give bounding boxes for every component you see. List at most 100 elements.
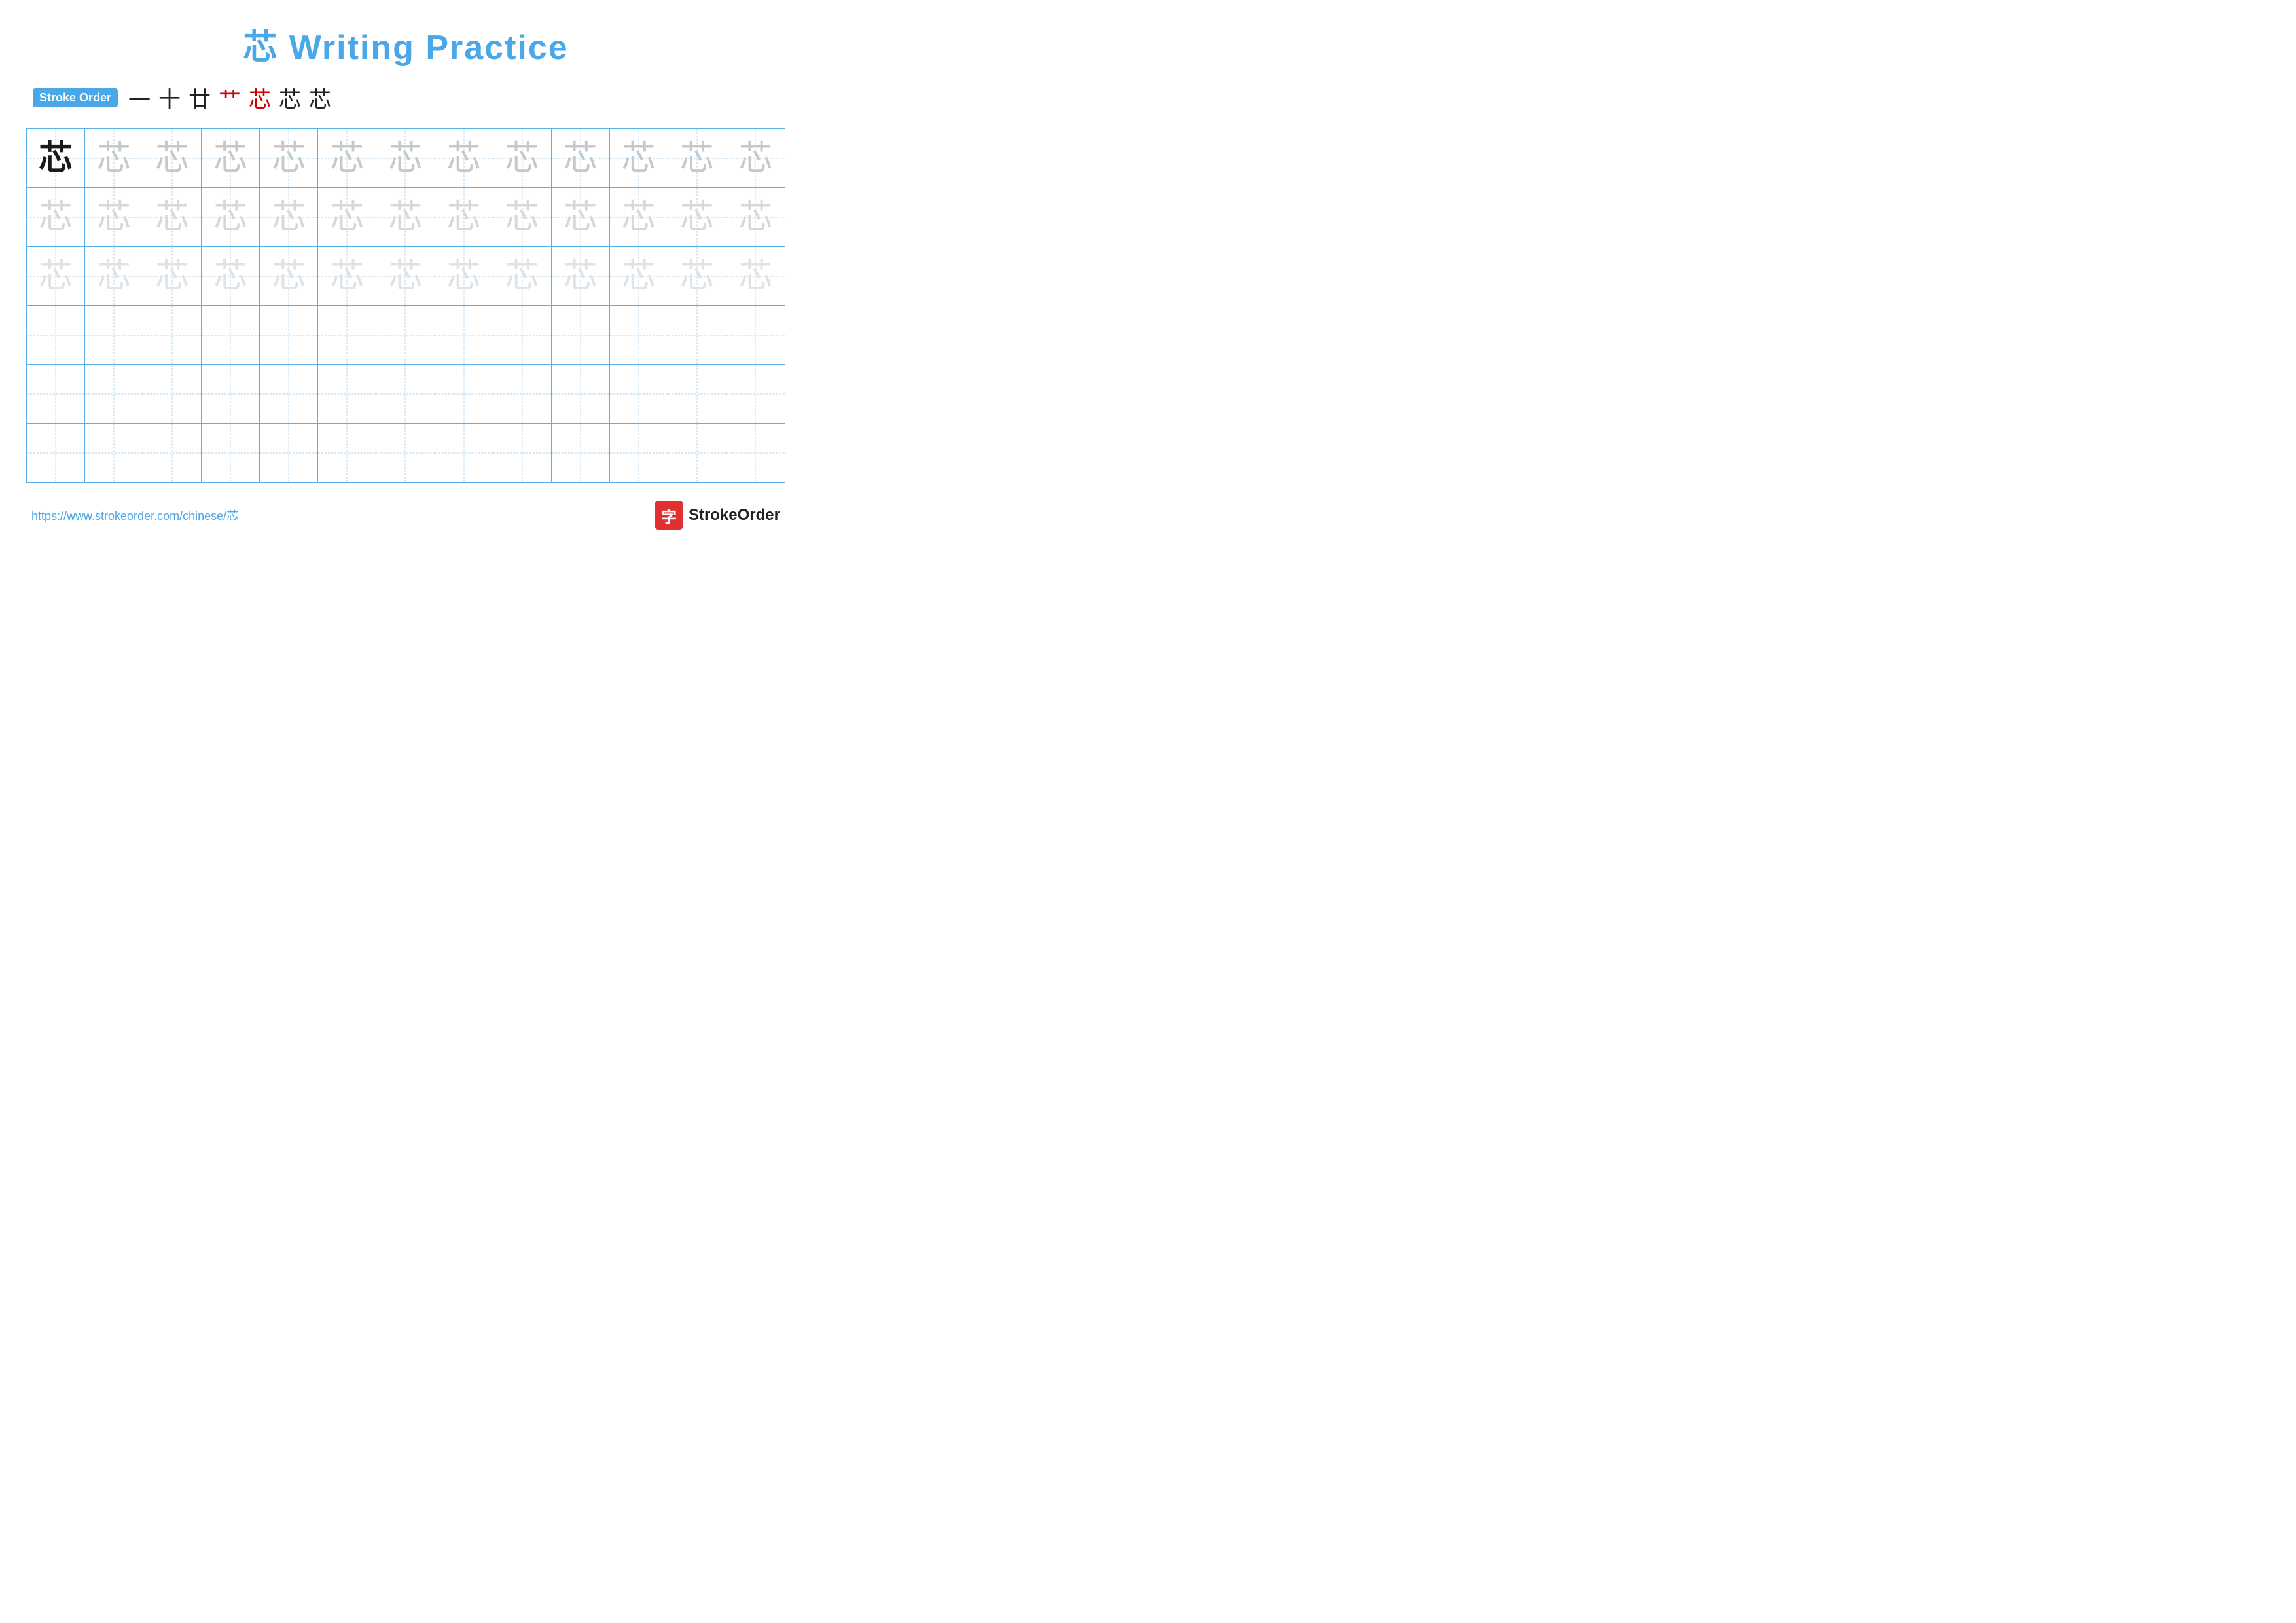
stroke-2: 十 [158,82,181,114]
grid-cell-4-2[interactable] [85,306,143,364]
grid-cell-6-5[interactable] [260,424,318,482]
grid-cell-2-9[interactable]: 芯 [493,188,552,246]
grid-cell-6-7[interactable] [376,424,435,482]
grid-cell-3-9[interactable]: 芯 [493,247,552,305]
grid-cell-5-12[interactable] [668,365,726,423]
grid-cell-1-12[interactable]: 芯 [668,129,726,187]
char-bold: 芯 [39,141,73,175]
grid-cell-3-10[interactable]: 芯 [552,247,610,305]
grid-cell-4-10[interactable] [552,306,610,364]
grid-cell-5-9[interactable] [493,365,552,423]
grid-cell-4-11[interactable] [610,306,668,364]
grid-cell-5-13[interactable] [726,365,785,423]
grid-cell-6-9[interactable] [493,424,552,482]
grid-cell-1-7[interactable]: 芯 [376,129,435,187]
grid-cell-6-10[interactable] [552,424,610,482]
brand-icon: 字 [655,501,683,530]
brand-name: StrokeOrder [689,506,780,524]
grid-cell-5-7[interactable] [376,365,435,423]
grid-cell-4-8[interactable] [435,306,493,364]
grid-cell-2-12[interactable]: 芯 [668,188,726,246]
grid-cell-5-10[interactable] [552,365,610,423]
grid-cell-1-3[interactable]: 芯 [143,129,202,187]
grid-row-5 [27,365,785,424]
grid-cell-3-8[interactable]: 芯 [435,247,493,305]
grid-cell-1-9[interactable]: 芯 [493,129,552,187]
stroke-7: 芯 [309,82,331,114]
grid-cell-2-11[interactable]: 芯 [610,188,668,246]
stroke-4: 艹 [219,82,241,114]
grid-cell-2-4[interactable]: 芯 [202,188,260,246]
grid-cell-3-5[interactable]: 芯 [260,247,318,305]
grid-cell-6-1[interactable] [27,424,85,482]
grid-cell-1-5[interactable]: 芯 [260,129,318,187]
grid-cell-5-6[interactable] [318,365,376,423]
grid-cell-6-11[interactable] [610,424,668,482]
grid-cell-6-2[interactable] [85,424,143,482]
grid-cell-5-4[interactable] [202,365,260,423]
grid-row-2: 芯 芯 芯 芯 芯 芯 芯 芯 芯 芯 芯 芯 芯 [27,188,785,247]
grid-cell-5-3[interactable] [143,365,202,423]
grid-cell-2-2[interactable]: 芯 [85,188,143,246]
grid-cell-6-6[interactable] [318,424,376,482]
stroke-3: 廿 [188,82,211,114]
grid-cell-1-4[interactable]: 芯 [202,129,260,187]
grid-cell-5-8[interactable] [435,365,493,423]
grid-cell-2-5[interactable]: 芯 [260,188,318,246]
grid-cell-4-12[interactable] [668,306,726,364]
grid-cell-6-13[interactable] [726,424,785,482]
grid-cell-2-10[interactable]: 芯 [552,188,610,246]
grid-cell-4-9[interactable] [493,306,552,364]
grid-cell-6-8[interactable] [435,424,493,482]
grid-cell-5-11[interactable] [610,365,668,423]
grid-cell-6-4[interactable] [202,424,260,482]
grid-cell-4-1[interactable] [27,306,85,364]
grid-cell-2-8[interactable]: 芯 [435,188,493,246]
grid-cell-6-12[interactable] [668,424,726,482]
grid-cell-2-7[interactable]: 芯 [376,188,435,246]
grid-cell-4-3[interactable] [143,306,202,364]
grid-cell-3-3[interactable]: 芯 [143,247,202,305]
grid-cell-2-13[interactable]: 芯 [726,188,785,246]
grid-cell-2-1[interactable]: 芯 [27,188,85,246]
grid-cell-1-2[interactable]: 芯 [85,129,143,187]
grid-cell-1-13[interactable]: 芯 [726,129,785,187]
grid-cell-4-6[interactable] [318,306,376,364]
grid-cell-1-8[interactable]: 芯 [435,129,493,187]
grid-cell-5-5[interactable] [260,365,318,423]
stroke-sequence: 一 十 廿 艹 芯 芯 芯 [128,82,331,114]
grid-cell-3-1[interactable]: 芯 [27,247,85,305]
grid-cell-3-6[interactable]: 芯 [318,247,376,305]
footer-brand: 字 StrokeOrder [655,501,780,530]
grid-cell-3-13[interactable]: 芯 [726,247,785,305]
stroke-order-row: Stroke Order 一 十 廿 艹 芯 芯 芯 [26,82,785,114]
grid-cell-3-2[interactable]: 芯 [85,247,143,305]
grid-cell-1-10[interactable]: 芯 [552,129,610,187]
grid-cell-5-1[interactable] [27,365,85,423]
grid-row-3: 芯 芯 芯 芯 芯 芯 芯 芯 芯 芯 芯 芯 芯 [27,247,785,306]
stroke-5: 芯 [249,82,271,114]
practice-grid: 芯 芯 芯 芯 芯 芯 芯 芯 芯 芯 芯 芯 芯 芯 芯 芯 芯 芯 芯 芯 … [26,128,785,483]
grid-cell-4-13[interactable] [726,306,785,364]
grid-cell-3-11[interactable]: 芯 [610,247,668,305]
grid-cell-2-6[interactable]: 芯 [318,188,376,246]
footer-url[interactable]: https://www.strokeorder.com/chinese/芯 [31,507,238,524]
grid-cell-4-4[interactable] [202,306,260,364]
grid-cell-1-11[interactable]: 芯 [610,129,668,187]
grid-cell-4-7[interactable] [376,306,435,364]
stroke-1: 一 [128,82,151,114]
grid-cell-1-6[interactable]: 芯 [318,129,376,187]
grid-cell-3-7[interactable]: 芯 [376,247,435,305]
stroke-6: 芯 [279,82,301,114]
grid-cell-2-3[interactable]: 芯 [143,188,202,246]
grid-cell-5-2[interactable] [85,365,143,423]
grid-cell-6-3[interactable] [143,424,202,482]
grid-row-6 [27,424,785,482]
grid-cell-1-1[interactable]: 芯 [27,129,85,187]
stroke-order-badge: Stroke Order [33,88,118,107]
grid-cell-3-4[interactable]: 芯 [202,247,260,305]
grid-cell-3-12[interactable]: 芯 [668,247,726,305]
grid-cell-4-5[interactable] [260,306,318,364]
page-title: 芯 Writing Practice [26,20,785,69]
grid-row-1: 芯 芯 芯 芯 芯 芯 芯 芯 芯 芯 芯 芯 芯 [27,129,785,188]
